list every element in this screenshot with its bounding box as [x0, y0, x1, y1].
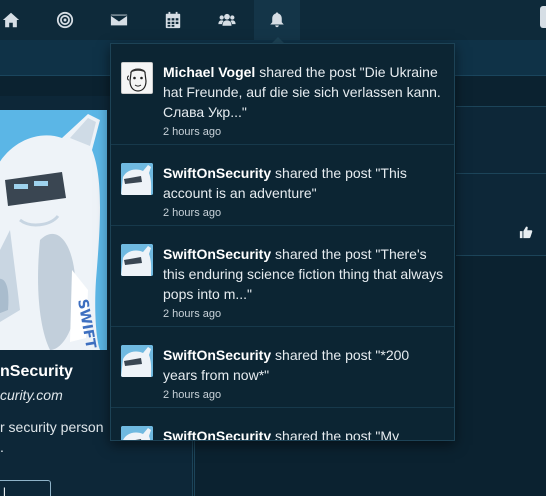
notification-text: SwiftOnSecurity shared the post "*200 ye…: [163, 345, 446, 385]
post-divider: [456, 173, 546, 174]
notification-author[interactable]: SwiftOnSecurity: [163, 246, 271, 262]
notification-text: SwiftOnSecurity shared the post "This ac…: [163, 163, 446, 203]
notification-time: 2 hours ago: [163, 126, 222, 138]
notification-time: 2 hours ago: [163, 207, 222, 219]
notification-item[interactable]: SwiftOnSecurity shared the post "This ac…: [111, 145, 454, 226]
notification-text: Michael Vogel shared the post "Die Ukrai…: [163, 62, 446, 122]
notification-avatar[interactable]: [121, 163, 153, 195]
notification-action: shared the post "My: [275, 428, 400, 441]
notification-avatar[interactable]: [121, 244, 153, 276]
envelope-icon[interactable]: [96, 0, 142, 40]
top-navbar: [0, 0, 546, 40]
target-icon[interactable]: [42, 0, 88, 40]
profile-avatar[interactable]: SWIFT: [0, 110, 107, 350]
notification-time: 2 hours ago: [163, 308, 222, 320]
bell-icon[interactable]: [254, 0, 300, 40]
notification-text: SwiftOnSecurity shared the post "There's…: [163, 244, 446, 304]
notification-item[interactable]: SwiftOnSecurity shared the post "There's…: [111, 226, 454, 327]
profile-action-button-label: l: [3, 485, 6, 496]
notification-avatar[interactable]: [121, 426, 153, 440]
profile-bio: r security person: [0, 419, 104, 435]
profile-bio-continued: .: [0, 439, 4, 455]
notification-time: 2 hours ago: [163, 389, 222, 401]
notification-text: SwiftOnSecurity shared the post "My: [163, 426, 446, 441]
notification-item[interactable]: Michael Vogel shared the post "Die Ukrai…: [111, 44, 454, 145]
notification-author[interactable]: SwiftOnSecurity: [163, 347, 271, 363]
thumbs-up-icon[interactable]: [519, 225, 533, 239]
notifications-dropdown: Michael Vogel shared the post "Die Ukrai…: [110, 43, 455, 441]
notification-avatar[interactable]: [121, 345, 153, 377]
profile-url[interactable]: curity.com: [0, 387, 63, 403]
calendar-icon[interactable]: [150, 0, 196, 40]
notification-author[interactable]: SwiftOnSecurity: [163, 165, 271, 181]
notification-avatar[interactable]: [121, 62, 153, 94]
notification-item[interactable]: SwiftOnSecurity shared the post "*200 ye…: [111, 327, 454, 408]
profile-action-button[interactable]: l: [0, 480, 51, 496]
post-card: [456, 106, 546, 256]
profile-name[interactable]: nSecurity: [0, 363, 73, 381]
notification-author[interactable]: SwiftOnSecurity: [163, 428, 271, 440]
notification-author[interactable]: Michael Vogel: [163, 64, 255, 80]
profile-menu-toggle[interactable]: [540, 6, 546, 28]
notification-item[interactable]: SwiftOnSecurity shared the post "My: [111, 408, 454, 441]
group-icon[interactable]: [204, 0, 250, 40]
home-icon[interactable]: [0, 0, 34, 40]
